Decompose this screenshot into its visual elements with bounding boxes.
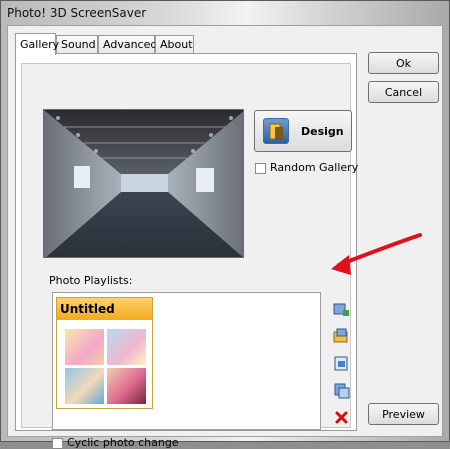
design-icon xyxy=(263,118,289,144)
random-gallery-label: Random Gallery xyxy=(270,161,359,174)
design-button[interactable]: Design xyxy=(254,110,352,152)
screensaver-window: Photo! 3D ScreenSaver Gallery Sound Adva… xyxy=(0,0,450,449)
playlist-item[interactable]: Untitled xyxy=(56,297,153,409)
delete-icon[interactable] xyxy=(333,409,350,426)
preview-button[interactable]: Preview xyxy=(368,403,439,425)
cancel-button[interactable]: Cancel xyxy=(368,81,439,103)
design-button-label: Design xyxy=(301,125,344,138)
gallery-preview-image xyxy=(43,109,244,258)
cyclic-photo-change-checkbox[interactable] xyxy=(52,438,63,449)
edit-playlist-icon[interactable] xyxy=(333,355,350,372)
copy-playlist-icon[interactable] xyxy=(333,382,350,399)
random-gallery-checkbox[interactable] xyxy=(255,163,266,174)
add-playlist-icon[interactable] xyxy=(333,301,350,318)
tab-advanced[interactable]: Advanced xyxy=(98,35,157,54)
gallery-tab-panel: Design Random Gallery Photo Playlists: U… xyxy=(15,53,358,449)
playlist-name: Untitled xyxy=(57,298,152,320)
gallery-group: Design Random Gallery Photo Playlists: U… xyxy=(21,63,358,449)
annotation-arrow-icon xyxy=(331,233,422,275)
photo-playlists-label: Photo Playlists: xyxy=(49,274,133,287)
import-playlist-icon[interactable] xyxy=(333,328,350,345)
tab-gallery[interactable]: Gallery xyxy=(15,33,59,55)
playlist-thumbnails xyxy=(64,328,148,406)
tab-sound[interactable]: Sound xyxy=(56,35,98,54)
tab-about[interactable]: About xyxy=(155,35,194,54)
window-title: Photo! 3D ScreenSaver xyxy=(7,6,147,20)
ok-button[interactable]: Ok xyxy=(368,52,439,74)
playlist-listbox[interactable]: Untitled xyxy=(52,292,321,430)
cyclic-photo-change-label: Cyclic photo change xyxy=(67,436,179,449)
